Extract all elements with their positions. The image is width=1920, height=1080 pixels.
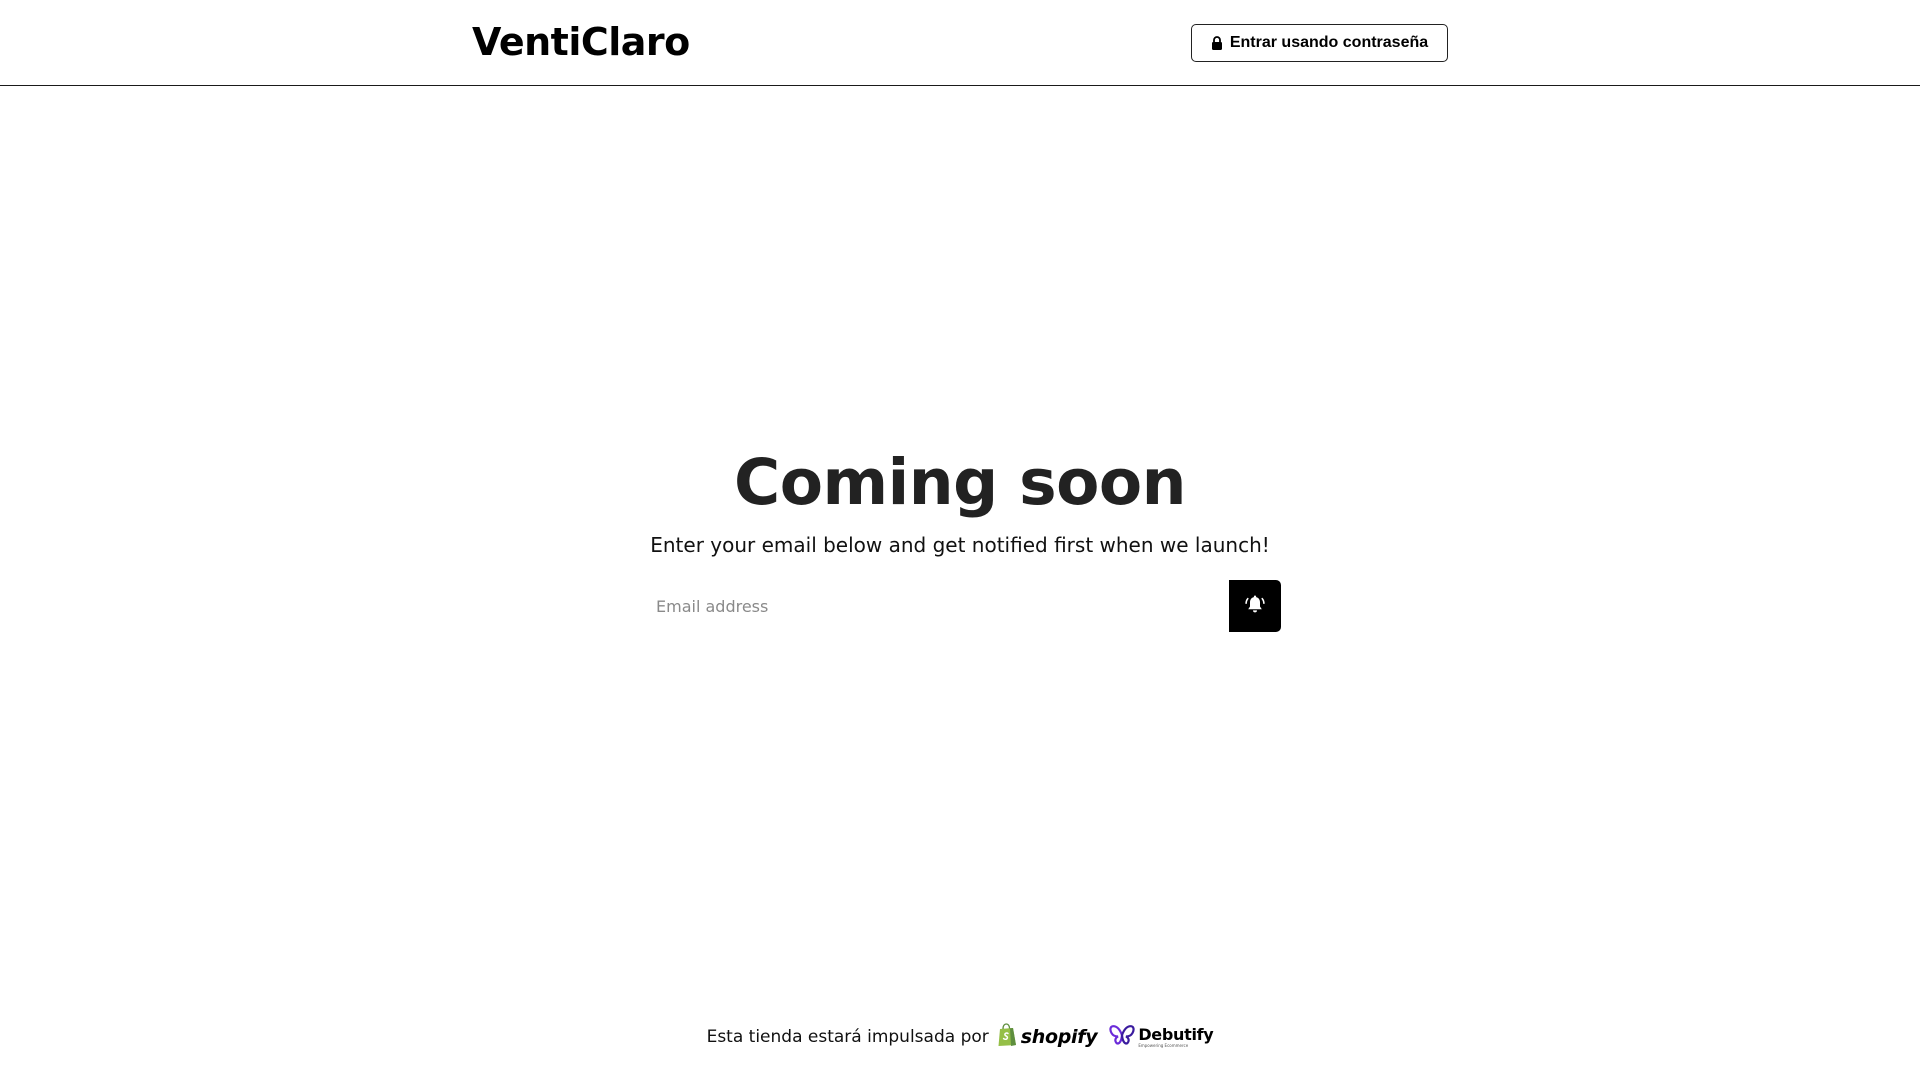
password-login-button[interactable]: Entrar usando contraseña bbox=[1191, 24, 1448, 62]
coming-soon-section: Coming soon Enter your email below and g… bbox=[0, 438, 1920, 560]
shopify-bag-icon bbox=[997, 1022, 1018, 1052]
email-input[interactable] bbox=[641, 580, 1229, 632]
hero-subtitle: Enter your email below and get notified … bbox=[650, 533, 1270, 557]
debutify-butterfly-icon bbox=[1109, 1024, 1135, 1050]
email-signup-form bbox=[641, 580, 1281, 632]
page-title: Coming soon bbox=[733, 446, 1187, 519]
debutify-wordmark: Debutify Empowering Ecommerce bbox=[1138, 1024, 1214, 1048]
bell-icon bbox=[1244, 594, 1266, 619]
notify-button[interactable] bbox=[1229, 580, 1281, 632]
store-name[interactable]: VentiClaro bbox=[472, 19, 690, 65]
debutify-tagline: Empowering Ecommerce bbox=[1138, 1042, 1189, 1048]
password-login-label: Entrar usando contraseña bbox=[1229, 34, 1429, 51]
powered-by-text: Esta tienda estará impulsada por bbox=[706, 1027, 989, 1047]
debutify-logo-text: Debutify bbox=[1138, 1024, 1214, 1044]
powered-by-footer: Esta tienda estará impulsada por shopify… bbox=[0, 1022, 1920, 1052]
lock-icon bbox=[1211, 36, 1223, 50]
shopify-logo-text: shopify bbox=[1020, 1026, 1098, 1048]
debutify-logo[interactable]: Debutify Empowering Ecommerce bbox=[1109, 1024, 1214, 1050]
shopify-logo[interactable]: shopify bbox=[997, 1022, 1098, 1052]
site-header: VentiClaro Entrar usando contraseña bbox=[0, 0, 1920, 86]
